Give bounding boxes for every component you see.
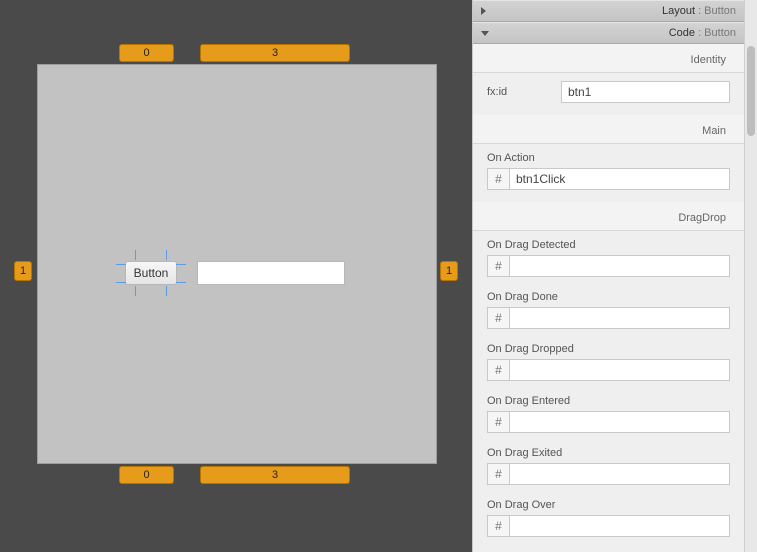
canvas-button-node[interactable]: Button (125, 261, 177, 285)
event-field-label: On Drag Done (487, 291, 730, 303)
section-header-code[interactable]: Code : Button (473, 22, 744, 44)
ruler-label: 0 (143, 47, 149, 59)
event-field-input[interactable] (509, 359, 730, 381)
hash-icon: # (487, 515, 509, 537)
hash-icon: # (487, 359, 509, 381)
event-field-input[interactable] (509, 515, 730, 537)
ruler-label: 0 (143, 469, 149, 481)
event-field-input[interactable] (509, 307, 730, 329)
section-header-layout[interactable]: Layout : Button (473, 0, 744, 22)
ruler-right-label: 1 (446, 265, 452, 277)
fxid-input[interactable] (561, 81, 730, 103)
event-field-row: On Drag Exited # (473, 439, 744, 491)
group-title-dragdrop: DragDrop (473, 202, 744, 231)
event-field-row: On Drag Detected # (473, 231, 744, 283)
group-title-identity: Identity (473, 44, 744, 73)
ruler-label: 3 (272, 47, 278, 59)
content-pane[interactable]: Button (37, 64, 437, 464)
hash-icon: # (487, 255, 509, 277)
event-field-label: On Drag Entered (487, 395, 730, 407)
ruler-pill: 3 (200, 466, 350, 484)
event-field-row: On Drag Done # (473, 283, 744, 335)
event-field-input[interactable] (509, 463, 730, 485)
ruler-right: 1 (440, 261, 458, 281)
event-field-input[interactable] (509, 411, 730, 433)
ruler-pill: 0 (119, 466, 174, 484)
ruler-left: 1 (14, 261, 32, 281)
section-subtitle-code: : Button (695, 27, 736, 39)
on-action-input[interactable] (509, 168, 730, 190)
section-title-layout: Layout (662, 5, 695, 17)
group-title-main: Main (473, 115, 744, 144)
event-field-row: On Drag Entered # (473, 387, 744, 439)
on-action-label: On Action (487, 152, 730, 164)
ruler-pill: 3 (200, 44, 350, 62)
ruler-pill: 0 (119, 44, 174, 62)
event-field-label: On Drag Exited (487, 447, 730, 459)
hash-icon: # (487, 307, 509, 329)
ruler-label: 3 (272, 469, 278, 481)
chevron-down-icon (481, 31, 489, 36)
hash-icon: # (487, 463, 509, 485)
fxid-label: fx:id (487, 86, 557, 98)
event-field-input[interactable] (509, 255, 730, 277)
code-section-body: Identity fx:id Main On Action # DragDrop… (473, 44, 744, 543)
hash-icon: # (487, 168, 509, 190)
section-subtitle-layout: : Button (695, 5, 736, 17)
event-field-row: On Drag Over # (473, 491, 744, 543)
event-field-label: On Drag Over (487, 499, 730, 511)
ruler-left-label: 1 (20, 265, 26, 277)
canvas-button-label: Button (134, 266, 169, 280)
canvas-textfield-node[interactable] (197, 261, 345, 285)
chevron-right-icon (481, 7, 486, 15)
inspector-scrollbar[interactable] (744, 0, 757, 552)
event-field-row: On Drag Dropped # (473, 335, 744, 387)
design-canvas[interactable]: 0 3 1 1 Button 0 3 (0, 0, 472, 552)
event-field-label: On Drag Detected (487, 239, 730, 251)
inspector-panel: Layout : Button Code : Button Identity f… (472, 0, 757, 552)
hash-icon: # (487, 411, 509, 433)
section-title-code: Code (669, 27, 695, 39)
event-field-label: On Drag Dropped (487, 343, 730, 355)
scrollbar-thumb[interactable] (747, 46, 755, 136)
